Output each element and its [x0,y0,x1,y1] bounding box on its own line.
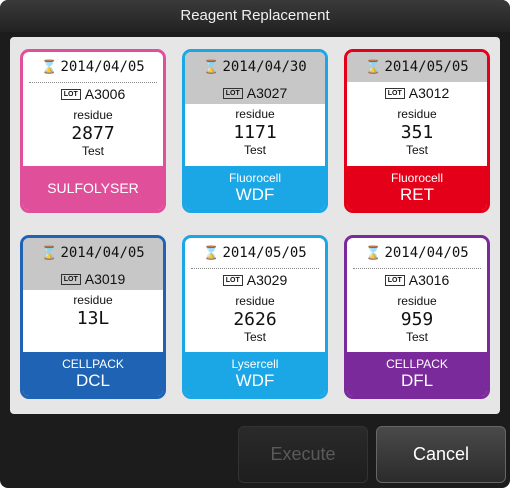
residue-label: residue [397,294,437,308]
reagent-card-lysercell-wdf[interactable]: ⌛ 2014/05/05 LOT A3029 residue 2626 Test… [182,235,328,399]
reagent-name-footer: SULFOLYSER [23,166,163,210]
residue-unit: Test [405,143,428,157]
reagent-name-footer: Lysercell WDF [185,352,325,396]
reagent-name: RET [400,185,434,204]
dialog-button-bar: Execute Cancel [0,418,510,488]
reagent-card-cellpack-dcl[interactable]: ⌛ 2014/04/05 LOT A3019 residue 13L CELLP… [20,235,166,399]
hourglass-icon: ⌛ [41,245,58,261]
lot-icon: LOT [384,274,405,286]
hourglass-icon: ⌛ [203,59,220,75]
lot-row: LOT A3029 [185,269,325,291]
dialog-title: Reagent Replacement [0,0,510,32]
cancel-button[interactable]: Cancel [376,426,506,483]
lot-row: LOT A3019 [23,268,163,290]
lot-number: A3006 [84,86,126,102]
reagent-name: WDF [235,371,275,390]
residue-value: 1171 [233,122,277,143]
lot-number: A3012 [408,85,450,101]
reagent-name: WDF [235,185,275,204]
lot-row: LOT A3012 [347,82,487,104]
residue-unit: Test [243,330,266,344]
expiry-date: 2014/04/05 [60,245,145,261]
residue-value: 959 [400,309,434,330]
lot-number: A3016 [408,272,450,288]
reagent-family: Lysercell [231,357,279,371]
reagent-name: DCL [75,371,110,390]
expiry-date: 2014/04/05 [60,59,145,75]
expiry-date: 2014/05/05 [384,59,469,75]
expiry-date: 2014/05/05 [222,245,307,261]
expiry-date-row: ⌛ 2014/04/30 [185,52,325,82]
execute-button[interactable]: Execute [238,426,368,483]
expiry-date-row: ⌛ 2014/05/05 [191,238,319,269]
residue-value: 13L [76,308,110,329]
reagent-family: Fluorocell [390,171,444,185]
reagent-name-footer: CELLPACK DFL [347,352,487,396]
lot-number: A3019 [84,271,126,287]
reagent-replacement-dialog: Reagent Replacement ⌛ 2014/04/05 LOT A30… [0,0,510,488]
residue-value: 2877 [71,123,115,144]
reagent-name-footer: Fluorocell RET [347,166,487,210]
residue-label: residue [73,108,113,122]
residue-label: residue [235,294,275,308]
lot-icon: LOT [222,87,243,99]
lot-row: LOT A3016 [347,269,487,291]
reagent-card-fluorocell-wdf[interactable]: ⌛ 2014/04/30 LOT A3027 residue 1171 Test… [182,49,328,213]
lot-icon: LOT [60,88,81,100]
residue-label: residue [73,293,113,307]
reagent-family: CELLPACK [62,357,124,371]
hourglass-icon: ⌛ [41,59,58,75]
residue-unit: Test [243,143,266,157]
lot-icon: LOT [60,273,81,285]
lot-row: LOT A3027 [185,82,325,104]
reagent-card-fluorocell-ret[interactable]: ⌛ 2014/05/05 LOT A3012 residue 351 Test … [344,49,490,213]
lot-icon: LOT [384,87,405,99]
lot-icon: LOT [222,274,243,286]
reagent-family: CELLPACK [386,357,448,371]
lot-row: LOT A3006 [23,83,163,105]
expiry-date-row: ⌛ 2014/04/05 [23,238,163,268]
residue-unit: Test [405,330,428,344]
expiry-date-row: ⌛ 2014/04/05 [353,238,481,269]
expiry-date-row: ⌛ 2014/04/05 [29,52,157,83]
lot-number: A3027 [246,85,288,101]
reagent-name-footer: CELLPACK DCL [23,352,163,396]
residue-value: 2626 [233,309,277,330]
reagent-name: DFL [400,371,434,390]
expiry-date: 2014/04/05 [384,245,469,261]
reagent-card-sulfolyser[interactable]: ⌛ 2014/04/05 LOT A3006 residue 2877 Test… [20,49,166,213]
reagent-grid: ⌛ 2014/04/05 LOT A3006 residue 2877 Test… [10,37,500,414]
residue-label: residue [397,107,437,121]
hourglass-icon: ⌛ [365,245,382,261]
expiry-date: 2014/04/30 [222,59,307,75]
residue-label: residue [235,107,275,121]
expiry-date-row: ⌛ 2014/05/05 [347,52,487,82]
reagent-name: SULFOLYSER [47,180,139,196]
residue-value: 351 [400,122,434,143]
hourglass-icon: ⌛ [203,245,220,261]
reagent-name-footer: Fluorocell WDF [185,166,325,210]
reagent-card-cellpack-dfl[interactable]: ⌛ 2014/04/05 LOT A3016 residue 959 Test … [344,235,490,399]
residue-unit: Test [81,144,104,158]
reagent-family: Fluorocell [228,171,282,185]
lot-number: A3029 [246,272,288,288]
hourglass-icon: ⌛ [365,59,382,75]
